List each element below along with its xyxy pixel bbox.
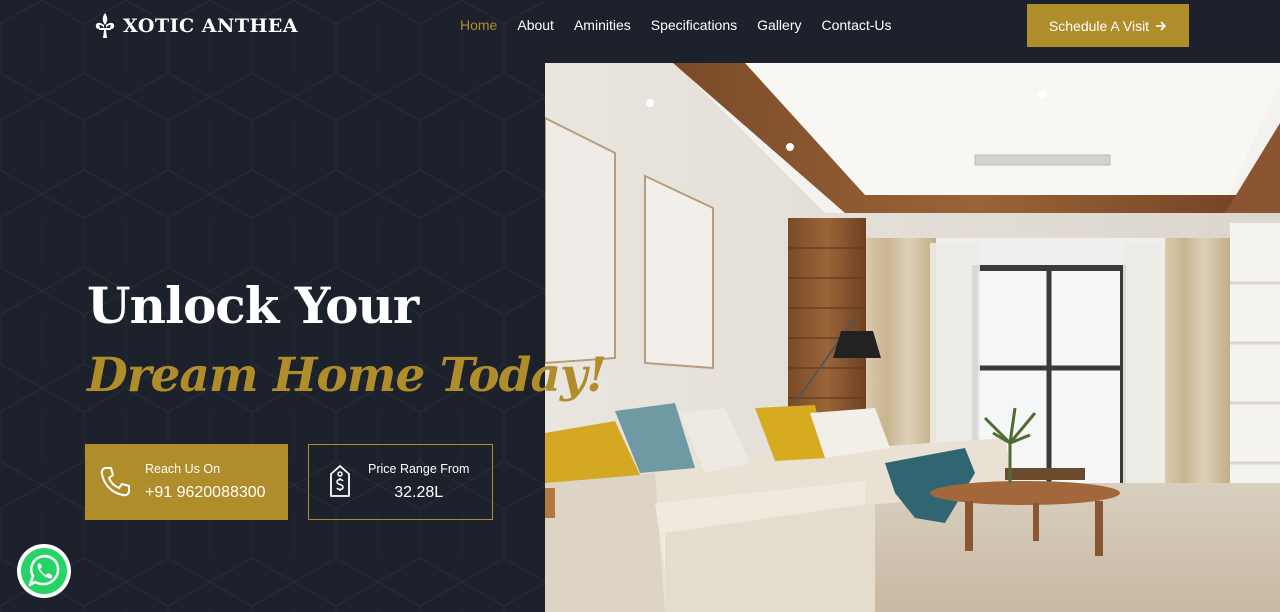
contact-phone-number: +91 9620088300 [145,484,266,501]
main-navigation: Home About Aminities Specifications Gall… [460,17,912,33]
schedule-visit-button[interactable]: Schedule A Visit [1027,4,1189,47]
price-tag-icon [330,465,350,497]
price-range-box: Price Range From 32.28L [308,444,493,520]
price-value: 32.28L [394,484,444,501]
whatsapp-icon[interactable] [16,543,72,599]
nav-link-about[interactable]: About [517,17,554,33]
contact-label: Reach Us On [145,462,221,476]
hero-heading-line1: Unlock Your [87,276,419,335]
nav-link-contact-us[interactable]: Contact-Us [822,17,892,33]
fleur-de-lis-icon [95,13,115,38]
schedule-visit-label: Schedule A Visit [1048,17,1150,34]
price-label: Price Range From [368,462,470,476]
arrow-right-icon [1156,20,1167,31]
nav-link-specifications[interactable]: Specifications [651,17,737,33]
living-room-image [545,63,1280,612]
brand-logo[interactable]: XOTIC ANTHEA [93,12,298,40]
nav-link-gallery[interactable]: Gallery [757,17,801,33]
brand-name: XOTIC ANTHEA [123,15,299,37]
hero-heading-line2: Dream Home Today! [87,348,607,403]
nav-link-aminities[interactable]: Aminities [574,17,631,33]
phone-icon [100,467,130,497]
nav-link-home[interactable]: Home [460,17,497,33]
contact-phone-box[interactable]: Reach Us On +91 9620088300 [85,444,288,520]
